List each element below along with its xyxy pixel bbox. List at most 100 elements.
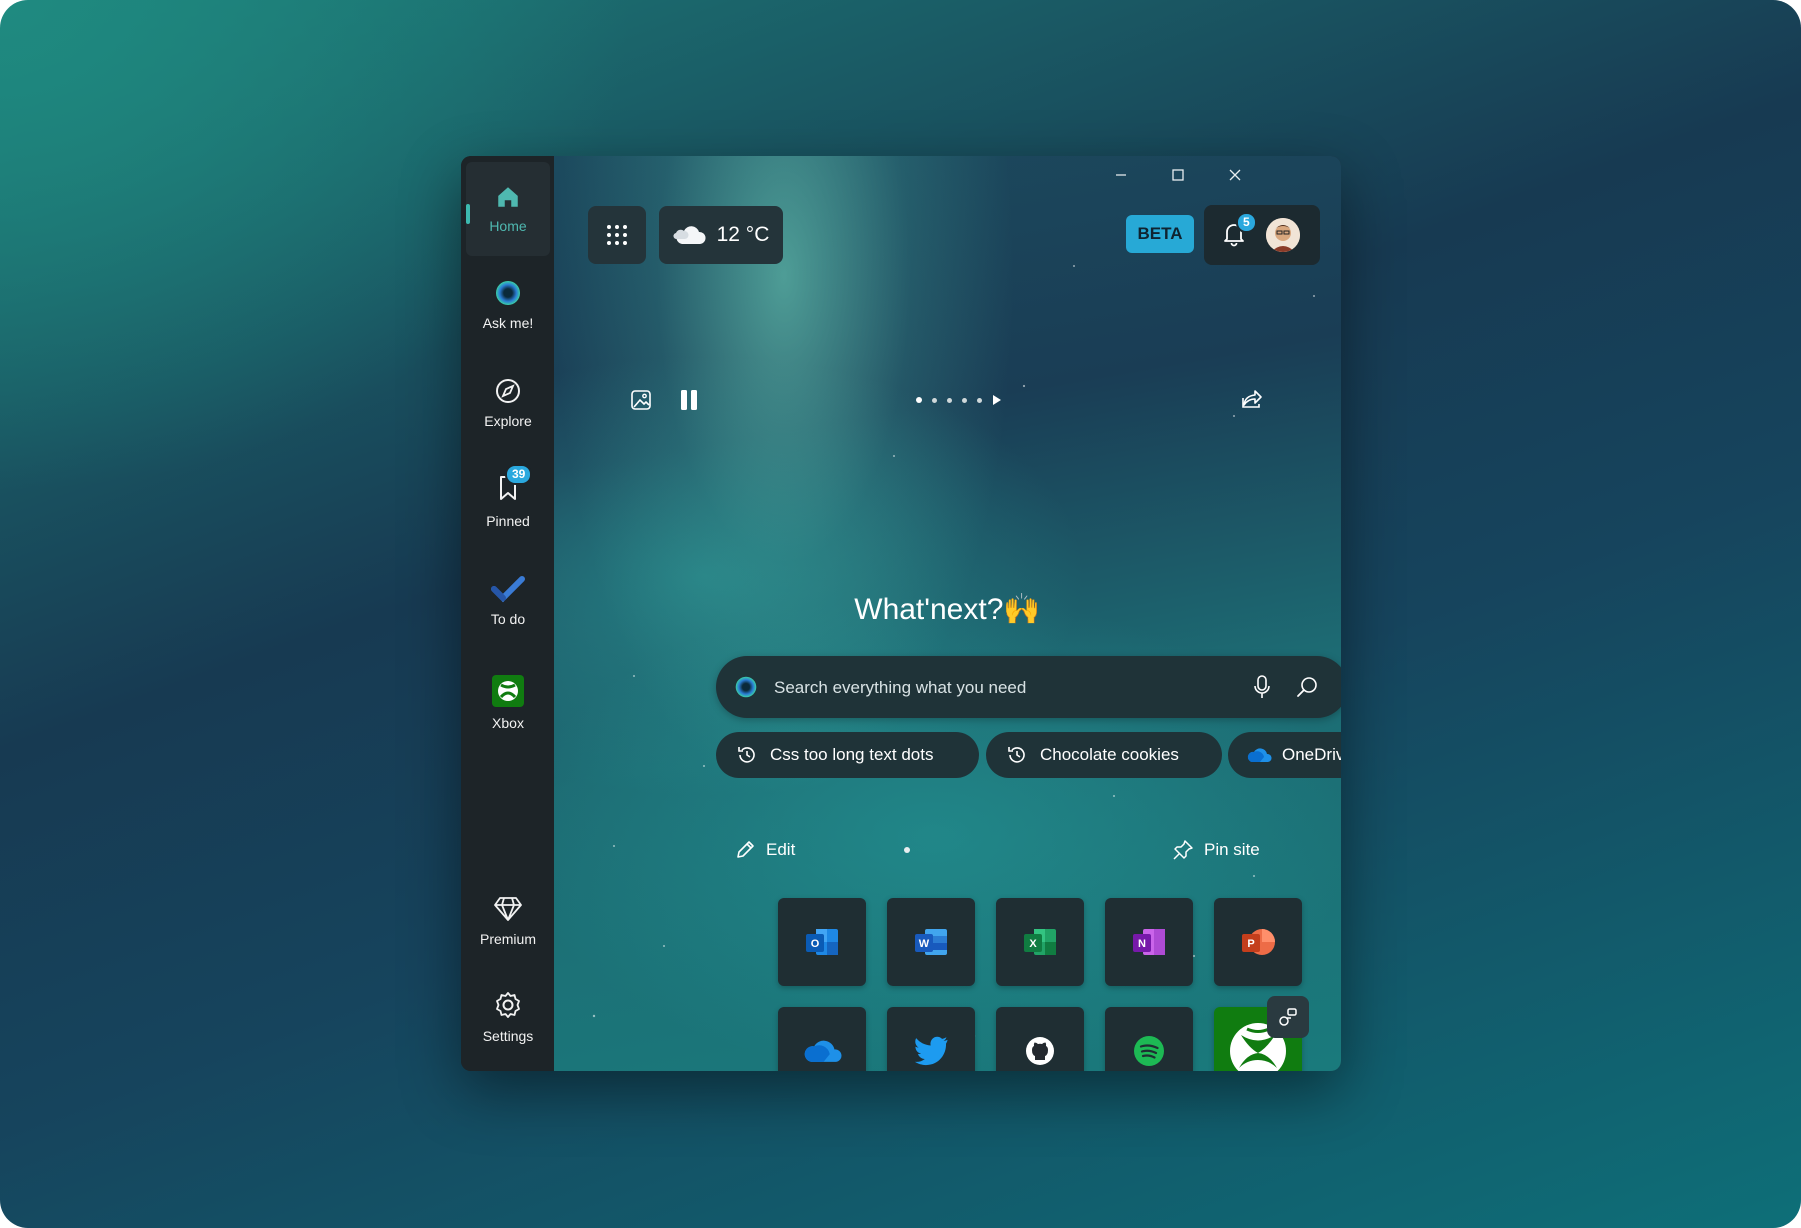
temperature-label: 12 °C [716,223,770,246]
apps-launcher-button[interactable] [588,206,646,264]
notification-count-badge: 5 [1236,212,1257,233]
chip-label: Chocolate cookies [1040,745,1179,764]
tile-onedrive[interactable] [778,1007,866,1071]
carousel-pager[interactable] [916,394,1002,406]
share-button[interactable] [1240,388,1264,415]
close-button[interactable] [1215,162,1255,188]
chip-label: OneDrive [1282,745,1341,764]
svg-text:X: X [1029,938,1037,950]
sidebar-item-label: Pinned [486,512,530,529]
pin-site-label: Pin site [1204,840,1260,859]
tile-word[interactable]: W [887,898,975,986]
edit-label: Edit [766,840,796,859]
cloud-icon [673,226,706,244]
weather-widget[interactable]: 12 °C [659,206,783,264]
next-arrow-icon[interactable] [992,394,1002,406]
app-window: Home Ask me! Explore 39 Pinned To do Xbo… [461,156,1341,1071]
github-icon [1026,1037,1054,1065]
maximize-icon [1172,169,1184,181]
pause-icon [681,390,697,410]
sidebar-item-ask[interactable]: Ask me! [466,258,550,352]
close-icon [1229,169,1241,181]
share-icon [1242,390,1262,408]
home-icon [498,187,518,207]
search-icon [1297,677,1317,697]
pinned-count-badge: 39 [505,463,533,485]
sidebar-item-settings[interactable]: Settings [466,970,550,1064]
pause-button[interactable] [678,388,700,417]
customize-layout-button[interactable] [1267,996,1309,1038]
notifications-button[interactable]: 5 [1222,212,1257,252]
pencil-icon [737,841,754,858]
tile-outlook[interactable]: O [778,898,866,986]
tile-github[interactable] [996,1007,1084,1071]
sidebar-item-todo[interactable]: To do [466,554,550,648]
diamond-icon [494,897,522,921]
sidebar-item-pinned[interactable]: 39 Pinned [466,454,550,548]
change-background-button[interactable] [630,389,652,416]
sidebar-item-premium[interactable]: Premium [466,874,550,968]
compass-icon [496,379,520,403]
tile-onenote[interactable]: N [1105,898,1193,986]
minimize-icon [1116,174,1126,176]
page-headline: What'next?🙌 [854,593,1041,626]
gear-icon [496,992,520,1018]
xbox-icon [492,675,524,707]
sidebar-item-label: Ask me! [482,315,534,331]
sidebar-item-label: Settings [482,1028,534,1044]
apps-grid-icon [607,225,627,245]
recent-search-chip[interactable]: Css too long text dots [716,732,979,778]
word-icon: W [915,929,947,955]
search-button[interactable] [1296,675,1320,704]
main-area: 12 °C BETA 5 What'next?🙌 Search everythi… [554,156,1341,1071]
maximize-button[interactable] [1158,162,1198,188]
onenote-icon: N [1133,929,1165,955]
svg-text:W: W [919,938,930,950]
chip-label: Css too long text dots [770,745,934,764]
powerpoint-icon: P [1242,929,1275,955]
tile-twitter[interactable] [887,1007,975,1071]
sidebar-item-explore[interactable]: Explore [466,356,550,450]
history-icon [738,747,755,763]
desktop-background: Home Ask me! Explore 39 Pinned To do Xbo… [0,0,1801,1228]
pager-dot[interactable] [977,397,982,403]
sidebar: Home Ask me! Explore 39 Pinned To do Xbo… [461,156,554,1071]
voice-search-button[interactable] [1252,674,1272,705]
onedrive-icon [804,1040,842,1062]
beta-badge[interactable]: BETA [1126,215,1194,253]
pager-dot[interactable] [932,397,937,403]
pager-dot[interactable] [947,397,952,403]
avatar[interactable] [1266,218,1300,252]
pin-site-button[interactable]: Pin site [1172,836,1260,864]
sidebar-item-label: Explore [484,413,532,429]
outlook-icon: O [806,929,838,955]
sidebar-item-label: To do [490,611,526,627]
section-dot [904,847,910,853]
recent-search-chip[interactable]: OneDrive [1228,732,1341,778]
pager-dot[interactable] [962,397,967,403]
onedrive-icon [1247,748,1272,762]
copilot-orb-icon [496,281,520,305]
minimize-button[interactable] [1101,162,1141,188]
svg-text:N: N [1138,938,1146,950]
recent-search-chip[interactable]: Chocolate cookies [986,732,1222,778]
sidebar-item-home[interactable]: Home [466,162,550,256]
svg-text:P: P [1247,938,1254,950]
excel-icon: X [1024,929,1056,955]
tile-powerpoint[interactable]: P [1214,898,1302,986]
image-icon [631,390,651,410]
search-input[interactable] [772,656,1216,720]
search-bar [716,656,1341,720]
microphone-icon [1254,675,1270,698]
tile-spotify[interactable] [1105,1007,1193,1071]
tile-excel[interactable]: X [996,898,1084,986]
active-indicator [466,204,470,224]
twitter-icon [914,1036,948,1066]
shapes-icon [1279,1008,1297,1026]
spotify-icon [1134,1036,1164,1066]
copilot-orb-icon [735,676,757,698]
account-area: 5 [1204,205,1320,265]
sidebar-item-xbox[interactable]: Xbox [466,656,550,750]
edit-button[interactable]: Edit [734,836,795,864]
pager-dot[interactable] [916,397,922,403]
